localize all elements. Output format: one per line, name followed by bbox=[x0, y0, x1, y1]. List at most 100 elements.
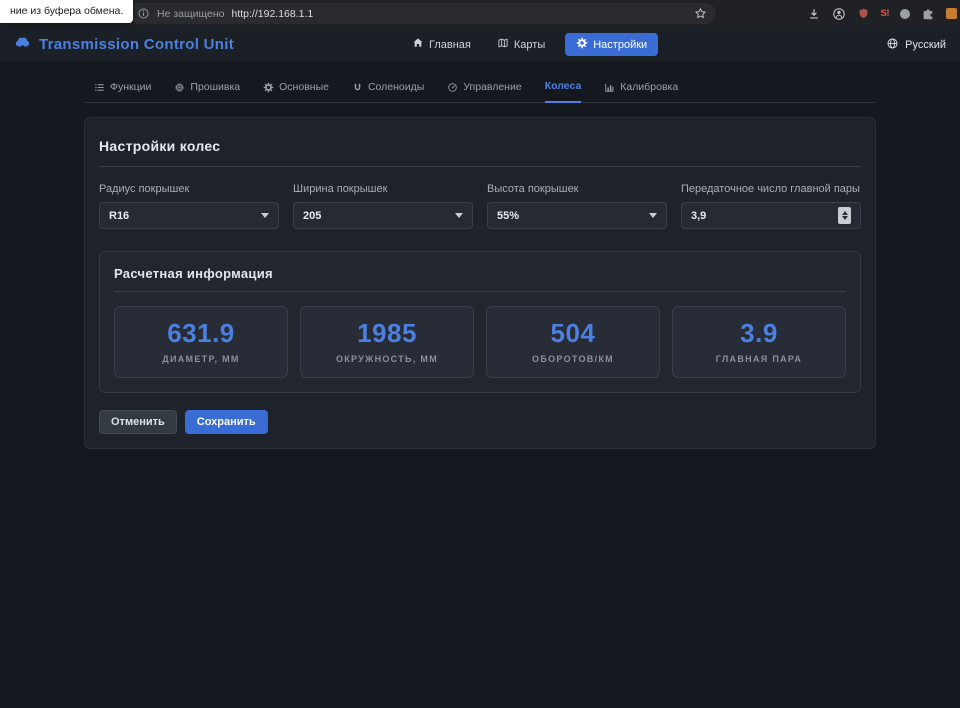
field-label: Передаточное число главной пары bbox=[681, 183, 861, 195]
stat-label: ГЛАВНАЯ ПАРА bbox=[679, 354, 839, 364]
nav-home[interactable]: Главная bbox=[406, 33, 477, 56]
chevron-down-icon bbox=[455, 213, 463, 218]
shield-extension-icon[interactable] bbox=[857, 7, 870, 21]
nav-maps-label: Карты bbox=[514, 39, 545, 51]
tab-functions[interactable]: Функции bbox=[94, 81, 151, 102]
language-selector[interactable]: Русский bbox=[886, 37, 946, 53]
tire-height-select[interactable]: 55% bbox=[487, 202, 667, 229]
input-value: 3,9 bbox=[691, 210, 706, 222]
final-drive-ratio-input[interactable]: 3,9 bbox=[681, 202, 861, 229]
stepper-up-icon[interactable] bbox=[842, 211, 848, 215]
security-label: Не защищено bbox=[157, 8, 225, 20]
stat-circumference: 1985 ОКРУЖНОСТЬ, ММ bbox=[300, 306, 474, 378]
field-label: Ширина покрышек bbox=[293, 183, 473, 195]
chart-icon bbox=[604, 82, 615, 93]
chevron-down-icon bbox=[649, 213, 657, 218]
page-body: Функции Прошивка Основные bbox=[0, 63, 960, 708]
tire-width-select[interactable]: 205 bbox=[293, 202, 473, 229]
stat-value: 631.9 bbox=[121, 318, 281, 349]
tab-wheels[interactable]: Колеса bbox=[545, 80, 582, 103]
map-icon bbox=[497, 37, 509, 52]
nav-settings-label: Настройки bbox=[593, 39, 647, 51]
tab-label: Функции bbox=[110, 81, 151, 93]
app-brand[interactable]: Transmission Control Unit bbox=[14, 34, 234, 55]
info-icon[interactable] bbox=[137, 7, 150, 20]
language-label: Русский bbox=[905, 39, 946, 51]
chip-icon bbox=[174, 82, 185, 93]
address-bar[interactable]: Не защищено http://192.168.1.1 bbox=[128, 3, 716, 24]
wheel-fields: Радиус покрышек R16 Ширина покрышек 205 bbox=[99, 183, 861, 229]
stat-value: 504 bbox=[493, 318, 653, 349]
nav-home-label: Главная bbox=[429, 39, 471, 51]
user-profile-icon[interactable] bbox=[832, 7, 846, 21]
s-extension-icon[interactable]: S! bbox=[881, 8, 890, 19]
field-tire-width: Ширина покрышек 205 bbox=[293, 183, 473, 229]
tab-firmware[interactable]: Прошивка bbox=[174, 81, 240, 102]
nav-maps[interactable]: Карты bbox=[491, 33, 551, 56]
tire-radius-select[interactable]: R16 bbox=[99, 202, 279, 229]
wheel-settings-card: Настройки колес Радиус покрышек R16 Шири… bbox=[84, 117, 876, 449]
main-nav: Главная Карты Настройки bbox=[406, 33, 658, 56]
tab-solenoids[interactable]: Соленоиды bbox=[352, 81, 424, 102]
screen: Не защищено http://192.168.1.1 S! ние из bbox=[0, 0, 960, 708]
stepper-down-icon[interactable] bbox=[842, 216, 848, 220]
tab-label: Калибровка bbox=[620, 81, 678, 93]
circle-extension-icon[interactable] bbox=[900, 9, 910, 19]
gear-icon bbox=[263, 82, 274, 93]
stats-row: 631.9 ДИАМЕТР, ММ 1985 ОКРУЖНОСТЬ, ММ 50… bbox=[114, 306, 846, 378]
select-value: 205 bbox=[303, 210, 321, 222]
stat-final-drive: 3.9 ГЛАВНАЯ ПАРА bbox=[672, 306, 846, 378]
field-tire-height: Высота покрышек 55% bbox=[487, 183, 667, 229]
field-final-drive-ratio: Передаточное число главной пары 3,9 bbox=[681, 183, 861, 229]
tab-control[interactable]: Управление bbox=[447, 81, 521, 102]
stat-value: 1985 bbox=[307, 318, 467, 349]
stat-label: ОБОРОТОВ/КМ bbox=[493, 354, 653, 364]
tab-label: Соленоиды bbox=[368, 81, 424, 93]
app-title: Transmission Control Unit bbox=[39, 36, 234, 53]
card-title: Настройки колес bbox=[99, 132, 861, 158]
stat-label: ОКРУЖНОСТЬ, ММ bbox=[307, 354, 467, 364]
field-label: Высота покрышек bbox=[487, 183, 667, 195]
puzzle-extension-icon[interactable] bbox=[921, 7, 935, 21]
globe-icon bbox=[886, 37, 899, 53]
car-icon bbox=[14, 34, 31, 55]
number-stepper[interactable] bbox=[838, 207, 851, 224]
tab-calibration[interactable]: Калибровка bbox=[604, 81, 678, 102]
nav-settings[interactable]: Настройки bbox=[565, 33, 658, 56]
cancel-button[interactable]: Отменить bbox=[99, 410, 177, 434]
calculated-info-card: Расчетная информация 631.9 ДИАМЕТР, ММ 1… bbox=[99, 251, 861, 393]
form-actions: Отменить Сохранить bbox=[99, 410, 861, 434]
settings-tabs: Функции Прошивка Основные bbox=[84, 63, 876, 103]
browser-chrome: Не защищено http://192.168.1.1 S! ние из bbox=[0, 0, 960, 27]
url-text[interactable]: http://192.168.1.1 bbox=[232, 8, 314, 20]
magnet-icon bbox=[352, 82, 363, 93]
field-tire-radius: Радиус покрышек R16 bbox=[99, 183, 279, 229]
gear-icon bbox=[576, 37, 588, 52]
list-icon bbox=[94, 82, 105, 93]
save-button[interactable]: Сохранить bbox=[185, 410, 268, 434]
stat-diameter: 631.9 ДИАМЕТР, ММ bbox=[114, 306, 288, 378]
bookmark-star-icon[interactable] bbox=[694, 7, 707, 20]
stat-label: ДИАМЕТР, ММ bbox=[121, 354, 281, 364]
tab-label: Основные bbox=[279, 81, 329, 93]
chevron-down-icon bbox=[261, 213, 269, 218]
tab-label: Колеса bbox=[545, 80, 582, 92]
gauge-icon bbox=[447, 82, 458, 93]
inner-card-title: Расчетная информация bbox=[114, 266, 846, 281]
download-icon[interactable] bbox=[807, 7, 821, 21]
orange-extension-icon[interactable] bbox=[946, 8, 957, 19]
divider bbox=[99, 166, 861, 167]
field-label: Радиус покрышек bbox=[99, 183, 279, 195]
select-value: R16 bbox=[109, 210, 129, 222]
home-icon bbox=[412, 37, 424, 52]
stat-revs-per-km: 504 ОБОРОТОВ/КМ bbox=[486, 306, 660, 378]
stat-value: 3.9 bbox=[679, 318, 839, 349]
tab-label: Прошивка bbox=[190, 81, 240, 93]
tab-label: Управление bbox=[463, 81, 521, 93]
browser-extensions-area: S! bbox=[807, 3, 958, 24]
divider bbox=[114, 291, 846, 292]
tab-general[interactable]: Основные bbox=[263, 81, 329, 102]
clipboard-tooltip: ние из буфера обмена. bbox=[0, 0, 133, 23]
select-value: 55% bbox=[497, 210, 519, 222]
app-header: Transmission Control Unit Главная Карты … bbox=[0, 27, 960, 63]
